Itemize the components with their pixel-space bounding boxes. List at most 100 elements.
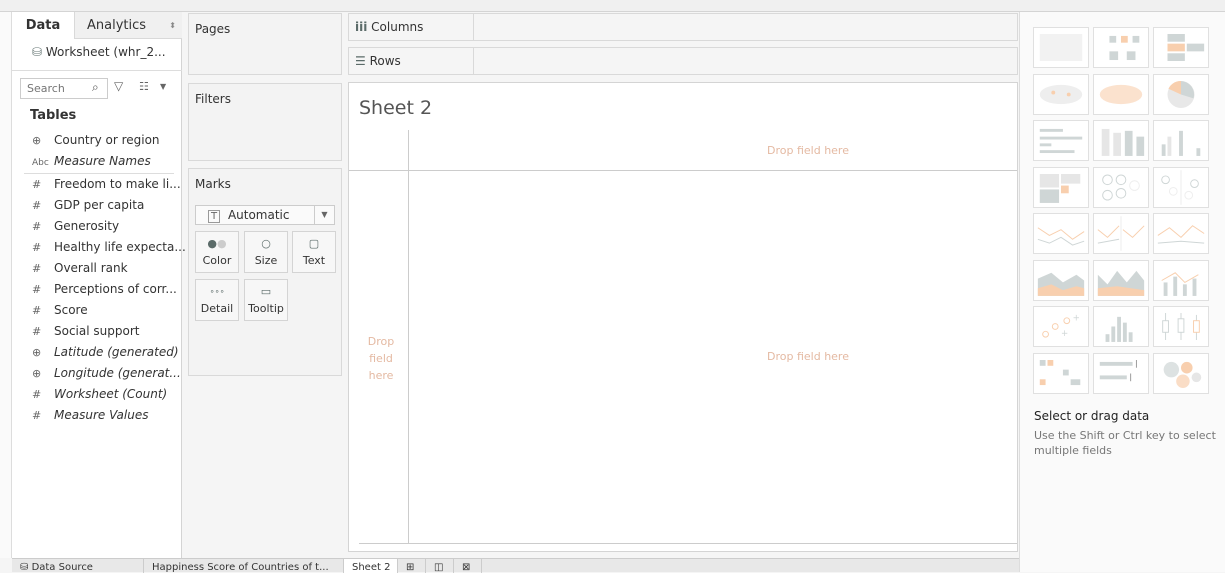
tab-happiness-sheet[interactable]: Happiness Score of Countries of t...: [144, 559, 344, 573]
detail-label: Detail: [200, 302, 234, 315]
filter-icon[interactable]: ▽: [114, 79, 123, 93]
column-divider: [349, 170, 1017, 171]
search-icon: ⌕: [92, 80, 99, 94]
show-me-stacked-bars[interactable]: [1093, 120, 1149, 161]
show-me-treemap[interactable]: [1033, 166, 1089, 208]
color-button[interactable]: ●● Color: [195, 231, 239, 273]
field-item[interactable]: ⊕ Longitude (generat...: [32, 363, 181, 383]
new-story-button[interactable]: ⊠: [454, 559, 482, 573]
sort-arrows-icon: ⬍: [169, 21, 176, 30]
drop-left-line: Drop: [367, 335, 395, 348]
field-label: Overall rank: [54, 261, 128, 275]
show-me-bullet-graph[interactable]: [1093, 352, 1149, 394]
field-item[interactable]: ⊕ Latitude (generated): [32, 342, 179, 362]
show-me-area-continuous[interactable]: [1033, 259, 1089, 301]
field-label: Score: [54, 303, 88, 317]
show-me-filled-map[interactable]: [1093, 73, 1149, 115]
tab-sheet-2[interactable]: Sheet 2: [344, 559, 398, 573]
new-dashboard-button[interactable]: ◫: [426, 559, 454, 573]
sheet-title[interactable]: Sheet 2: [359, 97, 432, 119]
field-item[interactable]: # Overall rank: [32, 258, 128, 278]
field-item[interactable]: # Score: [32, 300, 88, 320]
hash-icon: #: [32, 283, 42, 296]
symbol-map-icon: [1039, 84, 1083, 104]
show-me-text-table[interactable]: [1033, 27, 1089, 68]
field-item[interactable]: # Measure Values: [32, 405, 148, 425]
pie-chart-icon: [1167, 80, 1195, 108]
show-me-side-by-side-circles[interactable]: [1153, 166, 1209, 208]
pages-card[interactable]: Pages: [188, 13, 342, 75]
drop-zone-columns[interactable]: Drop field here: [767, 144, 849, 157]
show-me-dual-lines[interactable]: [1153, 213, 1209, 254]
tab-analytics[interactable]: Analytics ⬍: [74, 12, 182, 39]
field-label: Measure Names: [54, 154, 151, 168]
columns-label: Columns: [371, 20, 424, 34]
drop-zone-rows[interactable]: Drop field here: [361, 333, 401, 384]
data-pane: Data Analytics⬍ ⛁ Worksheet (whr_2... ⌕ …: [12, 12, 186, 558]
columns-shelf[interactable]: iii Columns: [348, 13, 1018, 41]
field-label: Healthy life expecta...: [54, 240, 186, 254]
abc-icon: Abc: [32, 158, 49, 168]
tab-data[interactable]: Data: [12, 12, 74, 39]
field-item[interactable]: # Perceptions of corr...: [32, 279, 177, 299]
datasource-label: Worksheet (whr_2...: [45, 45, 166, 59]
pages-label: Pages: [195, 22, 231, 36]
field-label: GDP per capita: [54, 198, 145, 212]
field-item[interactable]: # Social support: [32, 321, 139, 341]
show-me-circle-views[interactable]: [1093, 166, 1149, 208]
show-me-symbol-map[interactable]: [1033, 73, 1089, 115]
lines-discrete-icon: [1097, 216, 1145, 251]
field-label: Country or region: [54, 133, 160, 147]
stacked-bars-icon: [1101, 128, 1145, 156]
svg-text:+: +: [1073, 314, 1080, 324]
show-me-side-by-side-bars[interactable]: [1153, 120, 1209, 161]
treemap-icon: [1039, 173, 1081, 203]
show-me-scatter-plot[interactable]: + +: [1033, 306, 1089, 347]
show-me-pie-chart[interactable]: [1153, 73, 1209, 115]
tab-label: Sheet 2: [352, 562, 391, 573]
rows-shelf[interactable]: ☰ Rows: [348, 47, 1018, 75]
field-item[interactable]: Abc Measure Names: [32, 151, 151, 171]
drop-zone-center[interactable]: Drop field here: [767, 350, 849, 363]
text-button[interactable]: ▢ Text: [292, 231, 336, 273]
show-me-histogram[interactable]: [1093, 306, 1149, 347]
show-me-horizontal-bars[interactable]: [1033, 120, 1089, 161]
field-item[interactable]: # Healthy life expecta...: [32, 237, 186, 257]
show-me-highlight-table[interactable]: [1153, 27, 1209, 68]
row-divider: [408, 130, 409, 544]
show-me-heat-map[interactable]: [1093, 27, 1149, 68]
filters-card[interactable]: Filters: [188, 83, 342, 161]
show-me-box-and-whisker[interactable]: [1153, 306, 1209, 347]
globe-icon: ⊕: [32, 367, 42, 380]
mark-type-dropdown[interactable]: T Automatic ▼: [195, 205, 335, 225]
side-by-side-bars-icon: [1161, 130, 1201, 156]
sheet-tab-bar: ⛁ Data Source Happiness Score of Countri…: [12, 558, 1019, 573]
text-icon: ▢: [308, 237, 320, 250]
datasource-item[interactable]: ⛁ Worksheet (whr_2...: [32, 45, 166, 59]
field-item[interactable]: # Freedom to make li...: [32, 174, 181, 194]
show-me-lines-continuous[interactable]: [1033, 213, 1089, 254]
scatter-plot-icon: ++: [1042, 314, 1080, 339]
tab-data-source[interactable]: ⛁ Data Source: [12, 559, 144, 573]
tooltip-button[interactable]: ▭ Tooltip: [244, 279, 288, 321]
area-continuous-icon: [1037, 272, 1085, 296]
hash-icon: #: [32, 325, 42, 338]
field-item[interactable]: # Generosity: [32, 216, 119, 236]
size-button[interactable]: ○ Size: [244, 231, 288, 273]
show-me-gantt-chart[interactable]: [1033, 352, 1089, 394]
field-item[interactable]: # GDP per capita: [32, 195, 144, 215]
field-item[interactable]: ⊕ Country or region: [32, 130, 160, 150]
tab-label: Data Source: [31, 562, 93, 573]
new-worksheet-button[interactable]: ⊞: [398, 559, 426, 573]
detail-button[interactable]: ∘∘∘ Detail: [195, 279, 239, 321]
side-by-side-circles-icon: [1161, 169, 1199, 205]
show-me-lines-discrete[interactable]: [1093, 213, 1149, 254]
worksheet-canvas: Sheet 2 Drop field here Drop field here …: [348, 82, 1018, 552]
chevron-down-icon[interactable]: ▼: [160, 82, 166, 91]
area-discrete-icon: [1097, 270, 1145, 296]
show-me-packed-bubbles[interactable]: [1153, 352, 1209, 394]
field-item[interactable]: # Worksheet (Count): [32, 384, 167, 404]
view-list-icon[interactable]: ☷: [139, 80, 149, 93]
show-me-area-discrete[interactable]: [1093, 259, 1149, 301]
show-me-dual-combination[interactable]: [1153, 259, 1209, 301]
